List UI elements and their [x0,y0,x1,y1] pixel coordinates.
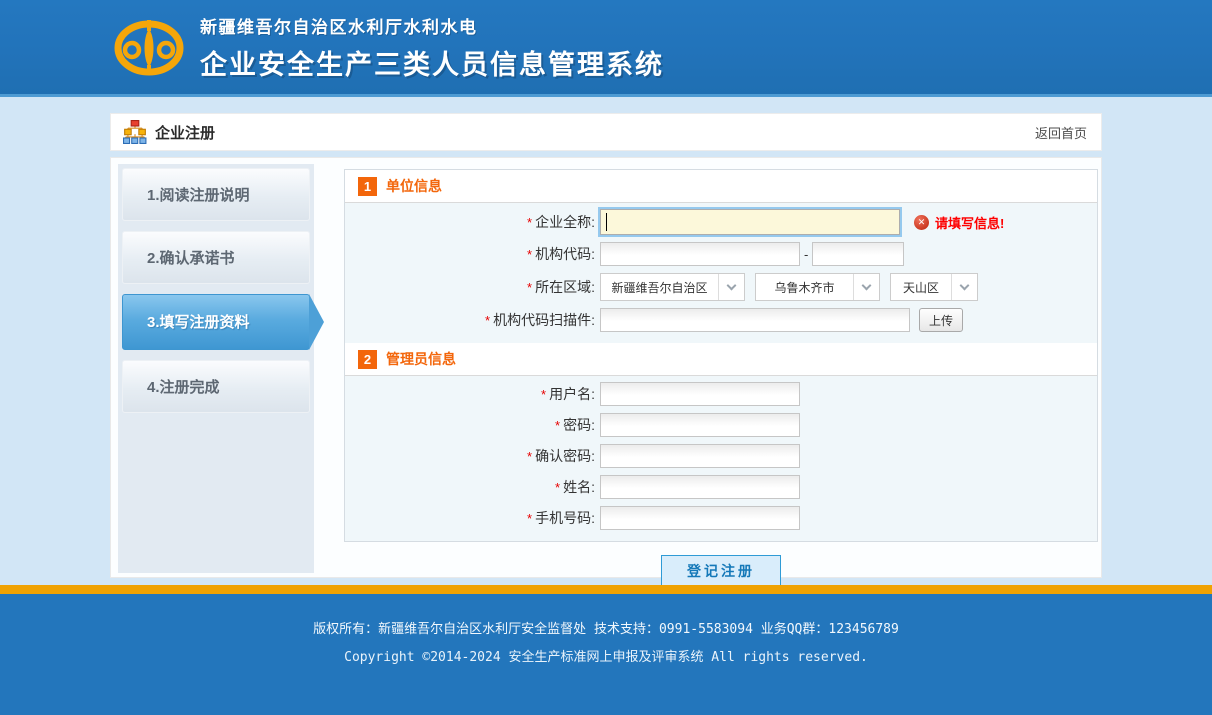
sidebar-step-fill-registration[interactable]: 3.填写注册资料 [122,294,310,350]
confirm-password-label: *确认密码: [345,446,595,466]
city-value: 乌鲁木齐市 [756,279,853,296]
header-titles: 新疆维吾尔自治区水利厅水利水电 企业安全生产三类人员信息管理系统 [200,13,664,82]
username-input[interactable] [600,382,800,406]
region-city-select[interactable]: 乌鲁木齐市 [755,273,880,301]
section-title-admin-info: 管理员信息 [386,349,456,369]
company-name-input[interactable] [600,209,900,235]
required-asterisk: * [527,511,532,526]
chevron-down-icon [718,274,744,300]
text-caret [606,213,607,231]
region-district-select[interactable]: 天山区 [890,273,978,301]
district-value: 天山区 [891,279,951,296]
mobile-label: *手机号码: [345,508,595,528]
unit-info-rows: *企业全称: ✕ 请填写信息! [345,203,1097,343]
required-asterisk: * [555,480,560,495]
copyright-owner-line: 版权所有：新疆维吾尔自治区水利厅安全监督处 技术支持：0991-5583094 … [0,594,1212,637]
required-asterisk: * [527,215,532,230]
sidebar-step-read-instructions[interactable]: 1.阅读注册说明 [122,168,310,221]
required-asterisk: * [541,387,546,402]
org-code-input-main[interactable] [600,242,800,266]
section-header-admin-info: 2 管理员信息 [345,343,1097,376]
section-number-badge: 1 [358,177,377,196]
org-code-row: *机构代码: - [345,242,1097,266]
required-asterisk: * [555,418,560,433]
error-icon: ✕ [914,215,929,230]
name-input[interactable] [600,475,800,499]
section-title-unit-info: 单位信息 [386,176,442,196]
copyright-notice-line: Copyright ©2014-2024 安全生产标准网上申报及评审系统 All… [0,646,1212,665]
section-number-badge: 2 [358,350,377,369]
chevron-down-icon [951,274,977,300]
username-row: *用户名: [345,382,1097,406]
mobile-input[interactable] [600,506,800,530]
main-panel: 1.阅读注册说明 2.确认承诺书 3.填写注册资料 4.注册完成 1 单位信息 … [110,157,1102,578]
org-code-label: *机构代码: [345,244,595,264]
upload-button[interactable]: 上传 [919,308,963,332]
submit-row: 登记注册 [344,555,1098,586]
mobile-row: *手机号码: [345,506,1097,530]
name-label: *姓名: [345,477,595,497]
org-code-scan-label: *机构代码扫描件: [345,310,595,330]
section-header-unit-info: 1 单位信息 [345,170,1097,203]
org-code-separator: - [804,247,808,262]
footer-accent-bar [0,585,1212,594]
page-footer: 版权所有：新疆维吾尔自治区水利厅安全监督处 技术支持：0991-5583094 … [0,594,1212,715]
steps-sidebar: 1.阅读注册说明 2.确认承诺书 3.填写注册资料 4.注册完成 [118,164,314,573]
page-titlebar: 企业注册 返回首页 [110,113,1102,151]
error-message: 请填写信息! [935,213,1004,232]
password-label: *密码: [345,415,595,435]
org-subtitle: 新疆维吾尔自治区水利厅水利水电 [200,13,664,38]
org-chart-icon [123,120,147,144]
validation-error: ✕ 请填写信息! [914,213,1004,232]
required-asterisk: * [485,313,490,328]
region-row: *所在区域: 新疆维吾尔自治区 乌鲁木齐市 天山区 [345,273,1097,301]
page-title: 企业注册 [155,122,215,143]
sidebar-step-confirm-commitment[interactable]: 2.确认承诺书 [122,231,310,284]
region-label: *所在区域: [345,277,595,297]
required-asterisk: * [527,280,532,295]
username-label: *用户名: [345,384,595,404]
app-title: 企业安全生产三类人员信息管理系统 [200,43,664,82]
required-asterisk: * [527,449,532,464]
form-column: 1 单位信息 *企业全称: ✕ 请填写信息! [344,169,1098,586]
password-input[interactable] [600,413,800,437]
register-submit-button[interactable]: 登记注册 [661,555,781,586]
region-province-select[interactable]: 新疆维吾尔自治区 [600,273,745,301]
company-name-label: *企业全称: [345,212,595,232]
company-name-row: *企业全称: ✕ 请填写信息! [345,209,1097,235]
confirm-password-row: *确认密码: [345,444,1097,468]
sidebar-step-registration-complete[interactable]: 4.注册完成 [122,360,310,413]
required-asterisk: * [527,247,532,262]
org-code-input-suffix[interactable] [812,242,904,266]
chevron-down-icon [853,274,879,300]
name-row: *姓名: [345,475,1097,499]
org-code-scan-input[interactable] [600,308,910,332]
password-row: *密码: [345,413,1097,437]
back-to-home-link[interactable]: 返回首页 [1035,123,1087,142]
org-code-scan-row: *机构代码扫描件: 上传 [345,308,1097,332]
water-resources-logo-icon [112,17,186,77]
province-value: 新疆维吾尔自治区 [601,279,718,296]
app-header: 新疆维吾尔自治区水利厅水利水电 企业安全生产三类人员信息管理系统 [0,0,1212,97]
registration-form: 1 单位信息 *企业全称: ✕ 请填写信息! [344,169,1098,542]
confirm-password-input[interactable] [600,444,800,468]
admin-info-rows: *用户名: *密码: *确认密码: *姓名: [345,376,1097,541]
